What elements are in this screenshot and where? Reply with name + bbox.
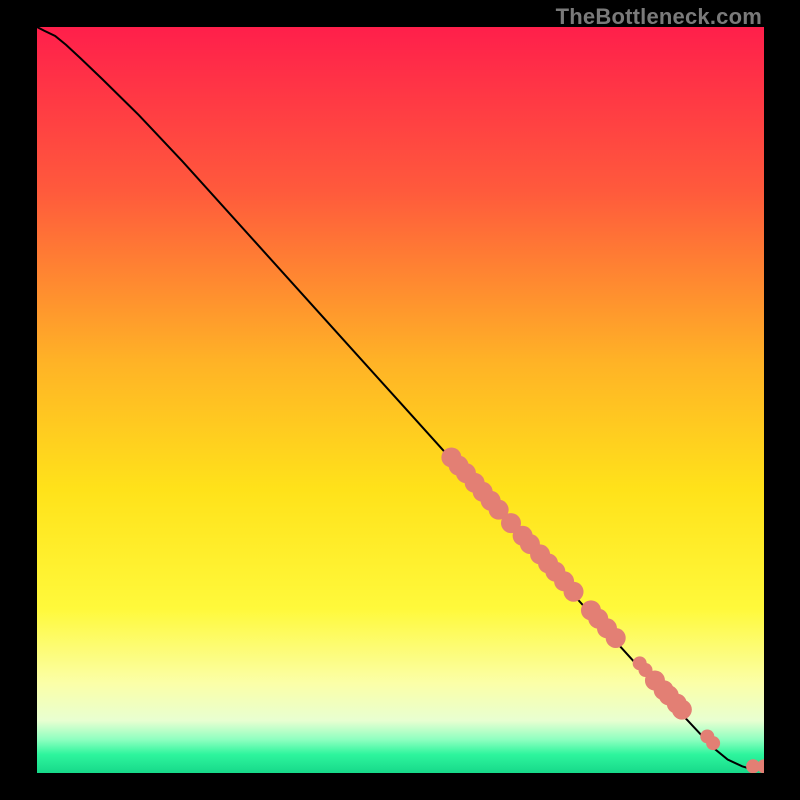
data-marker xyxy=(606,628,626,648)
data-marker xyxy=(706,736,720,750)
plot-area xyxy=(37,27,764,773)
chart-svg xyxy=(37,27,764,773)
gradient-background xyxy=(37,27,764,773)
chart-stage: TheBottleneck.com xyxy=(0,0,800,800)
data-marker xyxy=(672,700,692,720)
data-marker xyxy=(564,582,584,602)
